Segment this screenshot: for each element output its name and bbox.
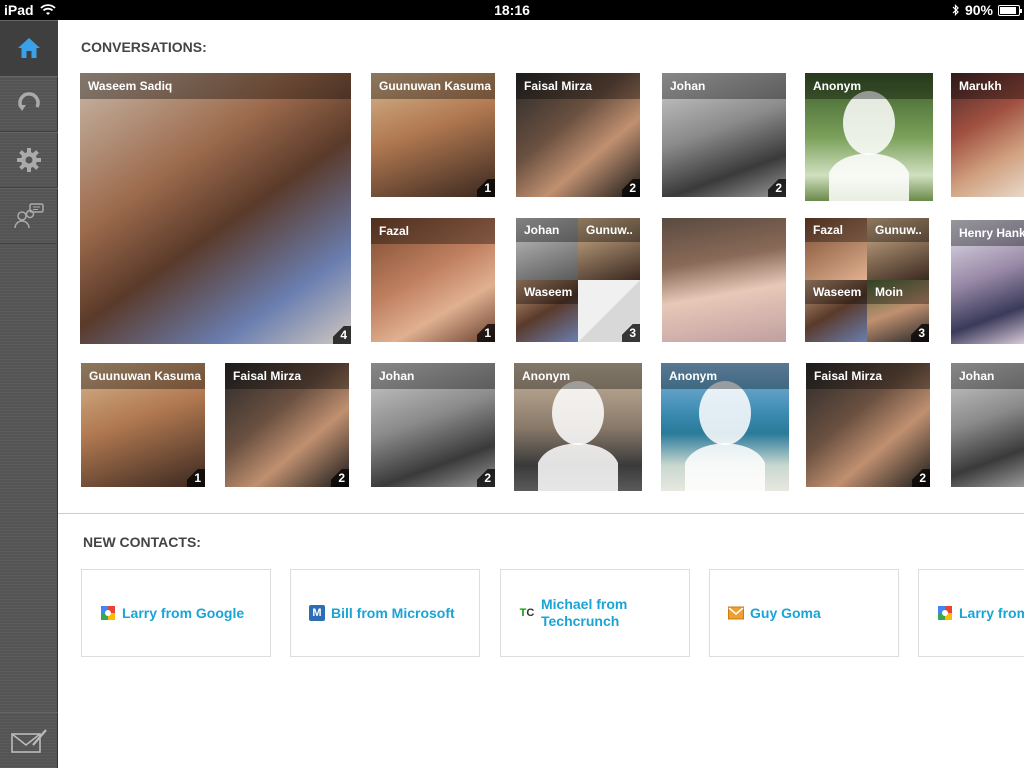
group-member-name: Waseem <box>805 280 867 304</box>
compose-button[interactable] <box>0 712 58 768</box>
sidebar <box>0 20 58 768</box>
contact-card[interactable]: M Bill from Microsoft <box>290 569 480 657</box>
anonymous-avatar-icon <box>685 381 765 491</box>
conversation-name: Henry Hank <box>951 220 1024 246</box>
conversation-tile[interactable]: Johan <box>951 363 1024 487</box>
google-icon <box>937 605 953 621</box>
message-count: 4 <box>333 326 351 344</box>
bluetooth-icon <box>952 4 959 16</box>
message-count: 3 <box>911 324 929 342</box>
conversation-tile[interactable]: Waseem Sadiq 4 <box>80 73 351 344</box>
message-count: 1 <box>477 324 495 342</box>
conversation-name: Johan <box>951 363 1024 389</box>
sidebar-contacts-button[interactable] <box>0 188 58 244</box>
microsoft-icon: M <box>309 605 325 621</box>
contact-card[interactable]: TC Michael from Techcrunch <box>500 569 690 657</box>
conversation-tile[interactable]: Faisal Mirza 2 <box>806 363 930 487</box>
group-member-photo: Waseem <box>516 280 578 342</box>
battery-icon <box>998 4 1022 16</box>
gear-icon <box>17 148 41 172</box>
home-icon <box>18 38 40 58</box>
conversation-tile[interactable]: Anonym <box>514 363 642 491</box>
conversation-tile[interactable]: Johan 2 <box>662 73 786 197</box>
conversation-tile[interactable]: Johan 2 <box>371 363 495 487</box>
contact-card[interactable]: Larry from <box>918 569 1024 657</box>
message-count: 2 <box>768 179 786 197</box>
sidebar-home-button[interactable] <box>0 20 58 76</box>
conversation-tile[interactable]: Marukh <box>951 73 1024 197</box>
group-member-photo: Gunuw.. <box>867 218 929 280</box>
conversation-tile[interactable]: Anonym <box>661 363 789 491</box>
conversation-tile[interactable]: Henry Hank <box>951 220 1024 344</box>
new-contacts-title: NEW CONTACTS: <box>83 534 201 550</box>
conversation-name: Marukh <box>951 73 1024 99</box>
techcrunch-icon: TC <box>519 607 535 619</box>
contact-card[interactable]: Guy Goma <box>709 569 899 657</box>
group-member-name: Johan <box>516 218 578 242</box>
group-member-name: Gunuw.. <box>578 218 640 242</box>
email-icon <box>728 605 744 621</box>
conversation-name: Faisal Mirza <box>806 363 930 389</box>
status-bar: iPad 18:16 90% <box>0 0 1024 20</box>
sidebar-settings-button[interactable] <box>0 132 58 188</box>
contact-name: Guy Goma <box>750 604 821 621</box>
conversation-tile[interactable]: Fazal 1 <box>371 218 495 342</box>
conversation-name: Anonym <box>661 363 789 389</box>
message-count: 2 <box>912 469 930 487</box>
conversation-name: Waseem Sadiq <box>80 73 351 99</box>
group-member-photo: Gunuw.. <box>578 218 640 280</box>
section-divider <box>58 513 1024 514</box>
conversation-name: Johan <box>371 363 495 389</box>
contacts-chat-icon <box>14 203 44 229</box>
message-count: 2 <box>331 469 349 487</box>
message-count: 2 <box>477 469 495 487</box>
conversation-tile[interactable]: Faisal Mirza 2 <box>516 73 640 197</box>
conversation-name: Faisal Mirza <box>516 73 640 99</box>
conversation-tile[interactable]: Anonym <box>805 73 933 201</box>
conversation-name: Faisal Mirza <box>225 363 349 389</box>
message-count: 3 <box>622 324 640 342</box>
anonymous-avatar-icon <box>829 91 909 201</box>
group-member-photo: Fazal <box>805 218 867 280</box>
message-count: 1 <box>477 179 495 197</box>
compose-mail-icon <box>11 728 47 753</box>
contact-name: Michael from Techcrunch <box>541 596 628 629</box>
clock: 18:16 <box>494 2 530 18</box>
battery-percent: 90% <box>964 2 993 18</box>
contact-name: Larry from <box>959 604 1024 621</box>
contact-name: Larry from Google <box>122 604 245 621</box>
contact-name: Bill from Microsoft <box>331 604 455 621</box>
group-member-name: Gunuw.. <box>867 218 929 242</box>
group-member-name: Fazal <box>805 218 867 242</box>
google-icon <box>100 605 116 621</box>
message-count: 1 <box>187 469 205 487</box>
sidebar-refresh-button[interactable] <box>0 76 58 132</box>
group-member-photo: Waseem <box>805 280 867 342</box>
conversation-name: Anonym <box>805 73 933 99</box>
conversation-name: Fazal <box>371 218 495 244</box>
contact-card[interactable]: Larry from Google <box>81 569 271 657</box>
conversation-tile[interactable] <box>662 218 786 342</box>
group-member-name: Waseem <box>516 280 578 304</box>
conversation-tile[interactable]: Guunuwan Kasuma 1 <box>81 363 205 487</box>
conversation-name: Guunuwan Kasuma <box>81 363 205 389</box>
refresh-icon <box>18 92 40 111</box>
conversation-name: Anonym <box>514 363 642 389</box>
conversation-tile[interactable]: Guunuwan Kasuma 1 <box>371 73 495 197</box>
conversations-title: CONVERSATIONS: <box>81 39 207 55</box>
group-member-name: Moin <box>867 280 929 304</box>
message-count: 2 <box>622 179 640 197</box>
conversation-tile[interactable]: Faisal Mirza 2 <box>225 363 349 487</box>
group-conversation-tile[interactable]: Johan Gunuw.. Waseem 3 <box>516 218 640 342</box>
conversation-name: Guunuwan Kasuma <box>371 73 495 99</box>
anonymous-avatar-icon <box>538 381 618 491</box>
group-member-photo: Johan <box>516 218 578 280</box>
group-conversation-tile[interactable]: Fazal Gunuw.. Waseem Moin 3 <box>805 218 929 342</box>
conversation-name: Johan <box>662 73 786 99</box>
